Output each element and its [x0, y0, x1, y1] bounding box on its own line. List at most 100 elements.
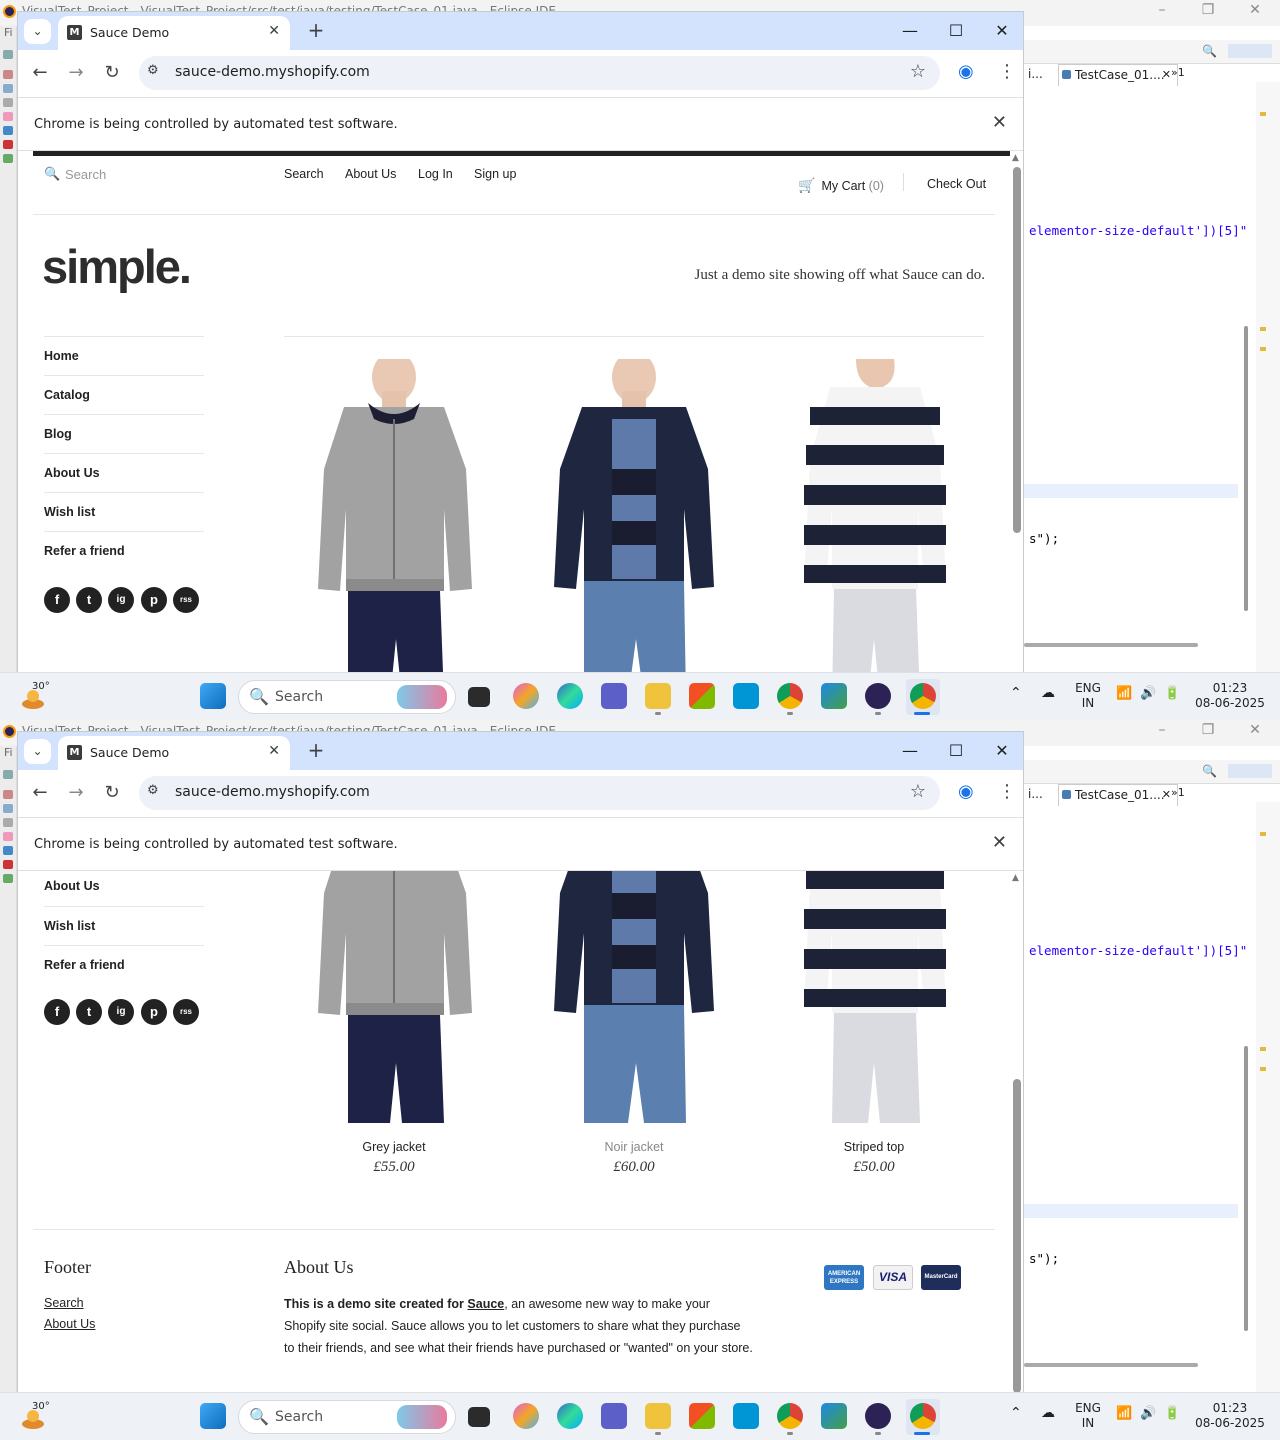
sidebar-item-wish-list[interactable]: Wish list	[44, 492, 204, 531]
taskbar-search[interactable]: 🔍 Search	[238, 680, 456, 714]
cart-link[interactable]: 🛒 My Cart (0)	[798, 177, 884, 194]
scroll-thumb[interactable]	[1013, 167, 1021, 533]
photos-icon[interactable]	[821, 683, 847, 709]
tab-close-icon[interactable]: ✕	[268, 23, 280, 39]
hp-icon[interactable]	[733, 683, 759, 709]
chrome-icon[interactable]	[777, 683, 803, 709]
nav-sign-up[interactable]: Sign up	[474, 167, 516, 181]
edge-icon[interactable]	[557, 1403, 583, 1429]
forward-icon[interactable]: →	[63, 62, 89, 83]
product-name[interactable]: Grey jacket	[284, 1140, 504, 1154]
scroll-up-icon[interactable]: ▲	[1012, 153, 1019, 163]
search-input[interactable]	[65, 167, 265, 182]
new-tab-icon[interactable]: +	[302, 18, 330, 42]
teams-icon[interactable]	[601, 1403, 627, 1429]
reload-icon[interactable]: ↻	[99, 62, 125, 83]
sidebar-item-catalog[interactable]: Catalog	[44, 375, 204, 414]
forward-icon[interactable]: →	[63, 782, 89, 803]
product-image[interactable]	[524, 871, 744, 1123]
bookmark-star-icon[interactable]: ☆	[910, 61, 926, 82]
infobar-close-icon[interactable]: ✕	[992, 832, 1007, 853]
rss-icon[interactable]: rss	[173, 587, 199, 613]
cloud-alert-icon[interactable]: ☁	[1041, 1406, 1055, 1421]
ide-tab-overflow[interactable]: »1	[1171, 786, 1185, 799]
ide-minimize-icon[interactable]: –	[1142, 722, 1182, 738]
twitter-icon[interactable]: t	[76, 999, 102, 1025]
kebab-menu-icon[interactable]: ⋮	[998, 781, 1016, 802]
ide-close-icon[interactable]: ✕	[1235, 722, 1275, 738]
eclipse-icon[interactable]	[865, 683, 891, 709]
back-icon[interactable]: ←	[27, 782, 53, 803]
minimize-icon[interactable]: —	[887, 736, 933, 766]
site-logo[interactable]: simple.	[42, 239, 192, 294]
battery-icon[interactable]: 🔋	[1164, 1406, 1180, 1421]
ide-horizontal-scrollbar[interactable]	[1024, 643, 1198, 647]
profile-icon[interactable]: ◉	[958, 781, 974, 802]
ide-restore-icon[interactable]: ❐	[1188, 2, 1228, 18]
address-bar[interactable]: ⚙ sauce-demo.myshopify.com ☆	[139, 776, 940, 810]
nav-about-us[interactable]: About Us	[345, 167, 396, 181]
page-scrollbar[interactable]: ▲	[1010, 151, 1023, 672]
browser-tab[interactable]: M Sauce Demo ✕	[58, 736, 290, 770]
facebook-icon[interactable]: f	[44, 587, 70, 613]
footer-link-about-us[interactable]: About Us	[44, 1317, 95, 1331]
volume-icon[interactable]: 🔊	[1140, 686, 1156, 701]
kebab-menu-icon[interactable]: ⋮	[998, 61, 1016, 82]
nav-log-in[interactable]: Log In	[418, 167, 453, 181]
address-bar[interactable]: ⚙ sauce-demo.myshopify.com ☆	[139, 56, 940, 90]
pinterest-icon[interactable]: p	[141, 587, 167, 613]
chrome-active-icon[interactable]	[910, 1403, 936, 1429]
store-icon[interactable]	[689, 1403, 715, 1429]
clock[interactable]: 01:23 08-06-2025	[1194, 681, 1266, 711]
ide-horizontal-scrollbar[interactable]	[1024, 1363, 1198, 1367]
sidebar-item-home[interactable]: Home	[44, 336, 204, 375]
chevron-up-icon[interactable]: ⌃	[1010, 686, 1022, 701]
reload-icon[interactable]: ↻	[99, 782, 125, 803]
product-image[interactable]	[764, 871, 984, 1123]
language-indicator[interactable]: ENG IN	[1072, 681, 1104, 711]
ide-vertical-scrollbar[interactable]	[1244, 1046, 1248, 1331]
new-tab-icon[interactable]: +	[302, 738, 330, 762]
rss-icon[interactable]: rss	[173, 999, 199, 1025]
bookmark-star-icon[interactable]: ☆	[910, 781, 926, 802]
minimize-icon[interactable]: —	[887, 16, 933, 46]
sidebar-item-blog[interactable]: Blog	[44, 414, 204, 453]
eclipse-icon[interactable]	[865, 1403, 891, 1429]
product-image[interactable]	[284, 359, 504, 672]
chrome-active-icon[interactable]	[910, 683, 936, 709]
chrome-icon[interactable]	[777, 1403, 803, 1429]
pinterest-icon[interactable]: p	[141, 999, 167, 1025]
taskbar-search[interactable]: 🔍 Search	[238, 1400, 456, 1434]
ide-editor-tab[interactable]: TestCase_01.... ✕	[1058, 784, 1178, 806]
task-view-icon[interactable]	[468, 687, 490, 707]
windows-start-icon[interactable]	[200, 683, 226, 709]
browser-tab[interactable]: M Sauce Demo ✕	[58, 16, 290, 50]
ide-prev-tab[interactable]: i...	[1028, 787, 1043, 801]
wifi-icon[interactable]: 📶	[1116, 686, 1132, 701]
product-name[interactable]: Noir jacket	[524, 1140, 744, 1154]
cloud-alert-icon[interactable]: ☁	[1041, 686, 1055, 701]
site-info-icon[interactable]: ⚙	[147, 63, 159, 78]
ide-minimize-icon[interactable]: –	[1142, 2, 1182, 18]
instagram-icon[interactable]: ig	[108, 587, 134, 613]
twitter-icon[interactable]: t	[76, 587, 102, 613]
page-scrollbar[interactable]: ▲	[1010, 871, 1023, 1392]
ide-vertical-scrollbar[interactable]	[1244, 326, 1248, 611]
instagram-icon[interactable]: ig	[108, 999, 134, 1025]
ide-tab-close-icon[interactable]: ✕	[1162, 68, 1171, 81]
ide-tab-close-icon[interactable]: ✕	[1162, 788, 1171, 801]
task-view-icon[interactable]	[468, 1407, 490, 1427]
language-indicator[interactable]: ENG IN	[1072, 1401, 1104, 1431]
tab-search-button[interactable]: ⌄	[24, 739, 51, 764]
sidebar-item-refer-a-friend[interactable]: Refer a friend	[44, 531, 204, 570]
copilot-icon[interactable]	[513, 683, 539, 709]
ide-menu-initial[interactable]: Fi	[4, 746, 13, 759]
sidebar-item-about-us[interactable]: About Us	[44, 871, 204, 906]
ide-prev-tab[interactable]: i...	[1028, 67, 1043, 81]
product-image[interactable]	[764, 359, 984, 672]
maximize-icon[interactable]: ☐	[933, 736, 979, 766]
nav-search[interactable]: Search	[284, 167, 324, 181]
wifi-icon[interactable]: 📶	[1116, 1406, 1132, 1421]
infobar-close-icon[interactable]: ✕	[992, 112, 1007, 133]
tab-search-button[interactable]: ⌄	[24, 19, 51, 44]
